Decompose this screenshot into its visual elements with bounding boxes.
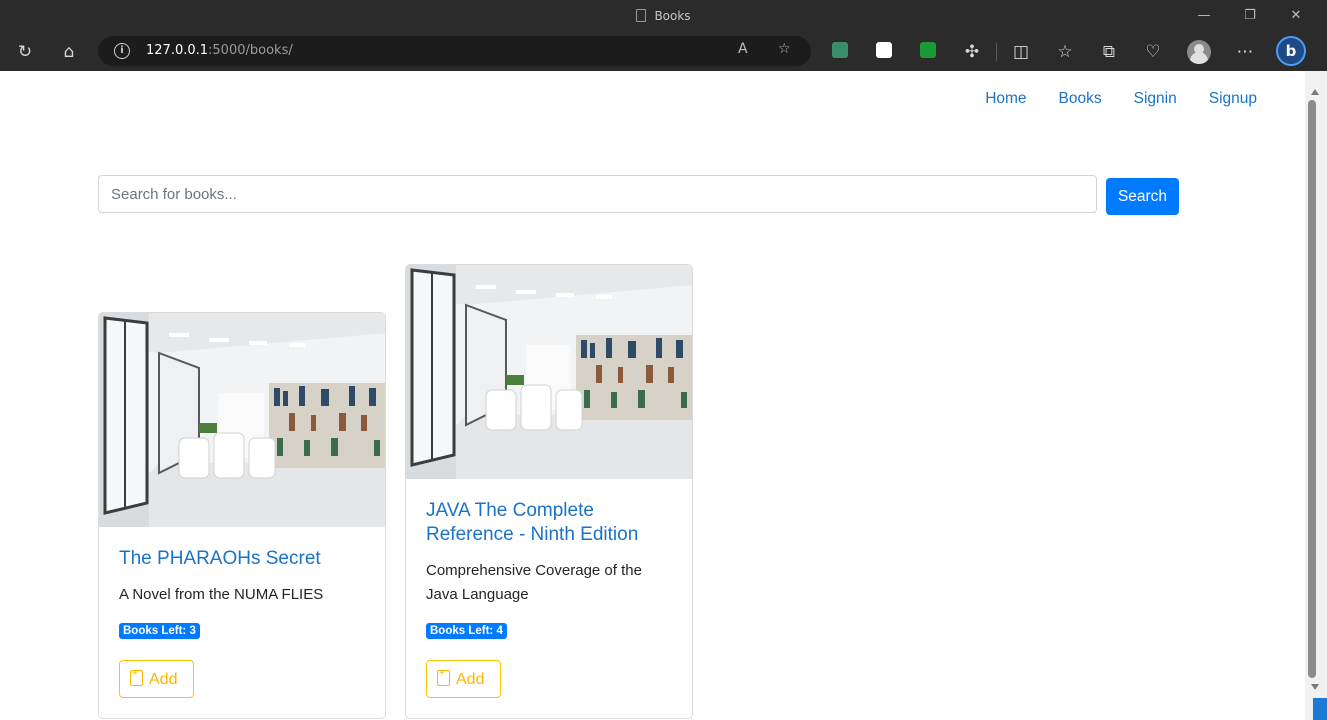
top-nav: Home Books Signin Signup [985,90,1257,108]
site-info-icon[interactable]: i [114,43,130,59]
page-content: Home Books Signin Signup Search for book… [0,71,1305,720]
book-card: The PHARAOHs Secret A Novel from the NUM… [98,312,386,719]
browser-toolbar: ↻ ⌂ i 127.0.0.1:5000/books/ A ☆ ✣ ◫ ☆ ⧉ … [0,32,1327,71]
favorite-star-icon[interactable]: ☆ [778,41,791,57]
books-left-badge: Books Left: 4 [426,623,507,639]
address-bar[interactable]: i 127.0.0.1:5000/books/ A ☆ [98,36,811,66]
add-book-button[interactable]: Add [426,660,501,698]
home-icon[interactable]: ⌂ [58,41,80,63]
search-button[interactable]: Search [1106,178,1179,215]
nav-signin[interactable]: Signin [1134,90,1177,108]
book-add-icon [130,668,143,686]
browser-essentials-icon[interactable]: ♡ [1142,41,1164,63]
scroll-up-icon[interactable] [1311,89,1319,95]
extension-icon[interactable] [876,42,892,58]
book-description: Comprehensive Coverage of the Java Langu… [426,562,642,603]
book-title[interactable]: JAVA The Complete Reference - Ninth Edit… [426,499,672,547]
book-description: A Novel from the NUMA FLIES [119,586,324,603]
collections-icon[interactable]: ⧉ [1098,41,1120,63]
page-icon [636,9,647,22]
book-add-icon [437,668,450,686]
favorites-icon[interactable]: ☆ [1054,41,1076,63]
add-book-button[interactable]: Add [119,660,194,698]
book-card: JAVA The Complete Reference - Ninth Edit… [405,264,693,719]
browser-title-bar: Books — ❐ ✕ [0,0,1327,32]
library-image [406,265,692,479]
split-screen-icon[interactable]: ◫ [1010,41,1032,63]
more-options-icon[interactable]: ⋯ [1234,41,1256,63]
library-image [99,313,385,527]
vertical-scrollbar[interactable] [1305,71,1327,720]
url-text[interactable]: 127.0.0.1:5000/books/ [146,43,293,58]
nav-home[interactable]: Home [985,90,1026,108]
window-title: Books [654,9,691,23]
scroll-down-icon[interactable] [1311,684,1319,690]
extension-icon[interactable] [920,42,936,58]
bing-copilot-icon[interactable]: b [1276,36,1306,66]
search-input[interactable] [98,175,1097,213]
extensions-puzzle-icon[interactable]: ✣ [961,41,983,63]
book-title[interactable]: The PHARAOHs Secret [119,547,365,571]
close-icon[interactable]: ✕ [1286,6,1306,26]
nav-books[interactable]: Books [1059,90,1102,108]
scrollbar-thumb[interactable] [1308,100,1316,678]
refresh-icon[interactable]: ↻ [14,41,36,63]
read-aloud-icon[interactable]: A [738,41,748,57]
minimize-icon[interactable]: — [1194,6,1214,26]
extension-icon[interactable] [832,42,848,58]
profile-avatar[interactable] [1187,40,1211,64]
restore-icon[interactable]: ❐ [1240,6,1260,26]
nav-signup[interactable]: Signup [1209,90,1257,108]
books-left-badge: Books Left: 3 [119,623,200,639]
